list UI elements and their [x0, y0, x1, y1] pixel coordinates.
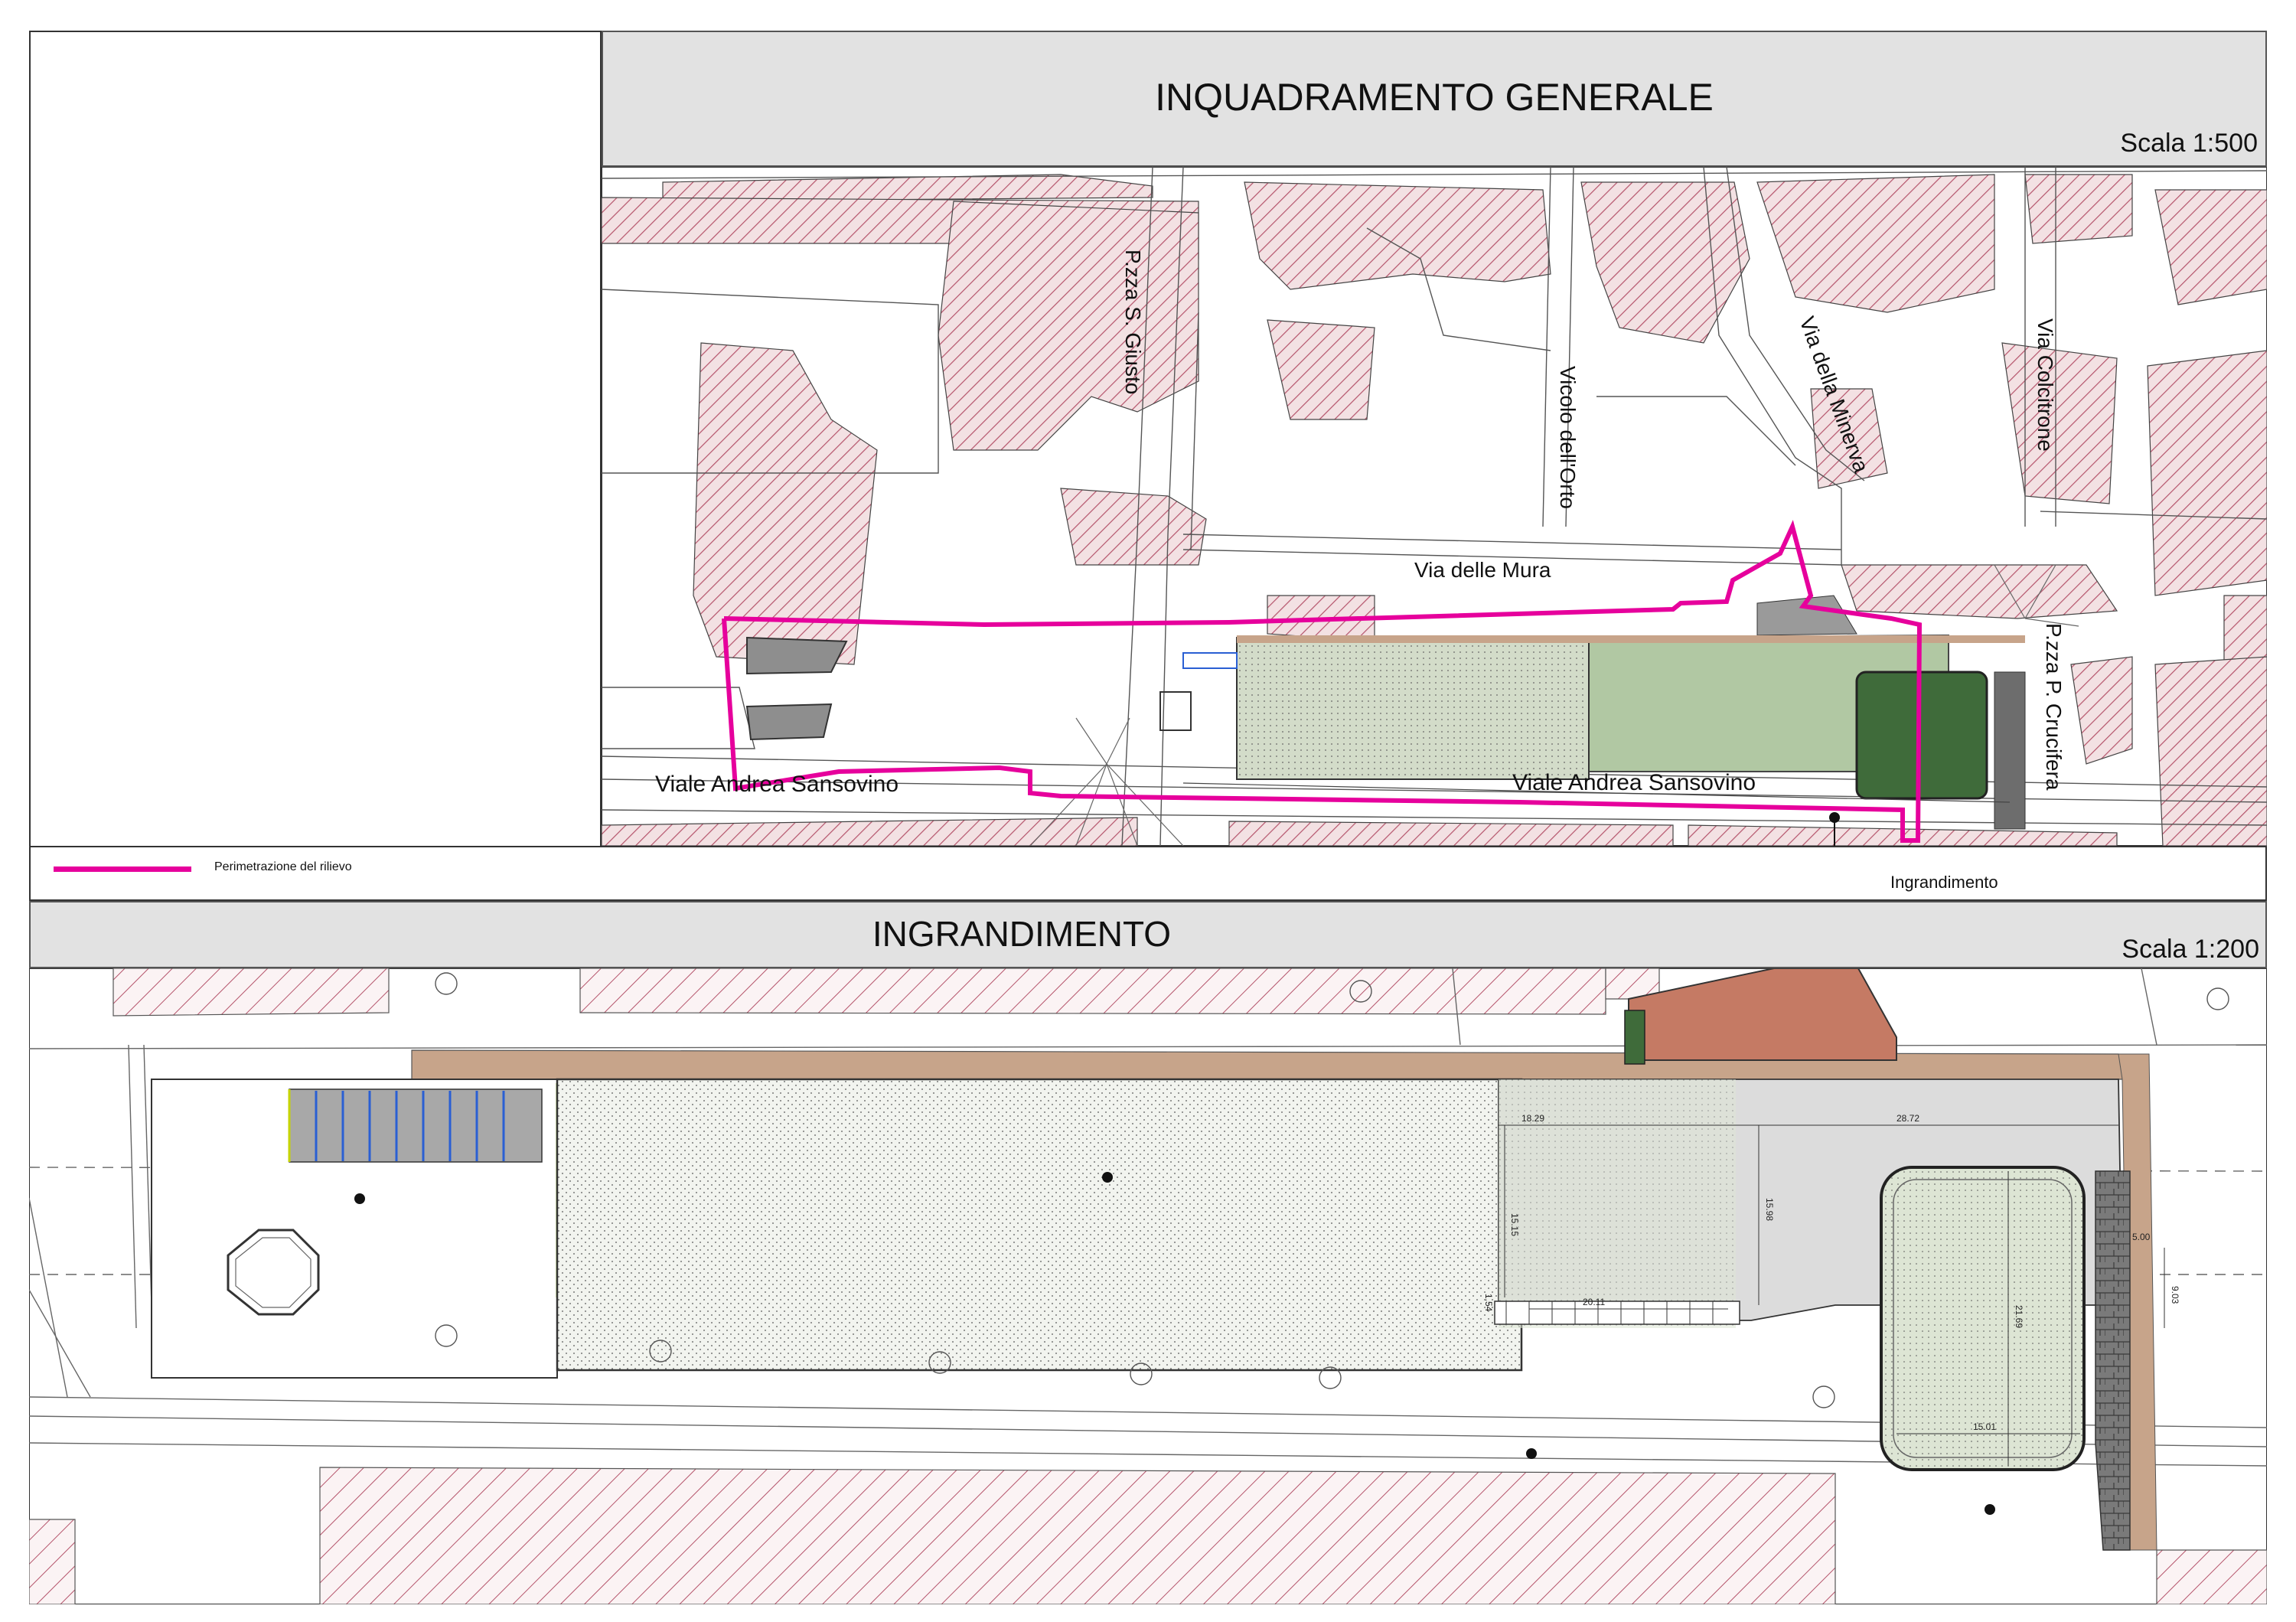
survey-point-road	[1526, 1448, 1537, 1459]
top-title: INQUADRAMENTO GENERALE	[1155, 76, 1714, 119]
survey-point-central	[1102, 1172, 1113, 1183]
dimension-2: 28.72	[1896, 1113, 1919, 1124]
survey-point-west	[354, 1193, 365, 1204]
label-viale-sansovino-east: Viale Andrea Sansovino	[1512, 770, 1756, 795]
top-scale: Scala 1:500	[2120, 129, 2258, 158]
dimension-5: 20.11	[1583, 1297, 1605, 1307]
overview-map: P.zza S. Giusto Vicolo dell'Orto Via del…	[602, 167, 2267, 846]
dimension-3: 15.15	[1509, 1213, 1520, 1236]
paved-ramp	[2095, 1170, 2131, 1551]
dimension-8: 5.00	[2132, 1232, 2151, 1242]
label-vicolo-orto: Vicolo dell'Orto	[1556, 366, 1580, 509]
dimension-1: 18.29	[1521, 1113, 1544, 1124]
dimension-7: 15.01	[1973, 1421, 1996, 1432]
label-piazza-crucifera: P.zza P. Crucifera	[2042, 623, 2066, 791]
bottom-title-band: INGRANDIMENTO Scala 1:200	[29, 901, 2267, 968]
label-piazza-s-giusto: P.zza S. Giusto	[1121, 250, 1145, 394]
bottom-title: INGRANDIMENTO	[872, 914, 1172, 954]
central-plaza	[556, 1078, 1523, 1372]
label-via-colcitrone: Via Colcitrone	[2033, 318, 2057, 452]
label-viale-sansovino-west: Viale Andrea Sansovino	[655, 772, 899, 797]
dimension-10: 1.54	[1483, 1294, 1494, 1312]
ingrandimento-callout-label: Ingrandimento	[1890, 873, 1998, 892]
dimension-9: 9.03	[2170, 1286, 2180, 1304]
top-title-band: INQUADRAMENTO GENERALE	[602, 31, 2267, 167]
label-via-mura: Via delle Mura	[1414, 558, 1551, 582]
perimeter-legend-label: Perimetrazione del rilievo	[214, 860, 352, 873]
blank-title-block	[29, 31, 602, 846]
dimension-6: 21.69	[2014, 1305, 2024, 1328]
survey-point-east	[1985, 1504, 1995, 1515]
detail-map: 18.29 28.72 15.15 15.98 20.11 21.69 15.0…	[29, 968, 2267, 1604]
dimension-4: 15.98	[1764, 1198, 1775, 1221]
bottom-scale: Scala 1:200	[2122, 935, 2259, 964]
stair-green	[1624, 1010, 1645, 1065]
step-strip	[1494, 1301, 1740, 1325]
perimeter-legend-line	[54, 866, 191, 872]
